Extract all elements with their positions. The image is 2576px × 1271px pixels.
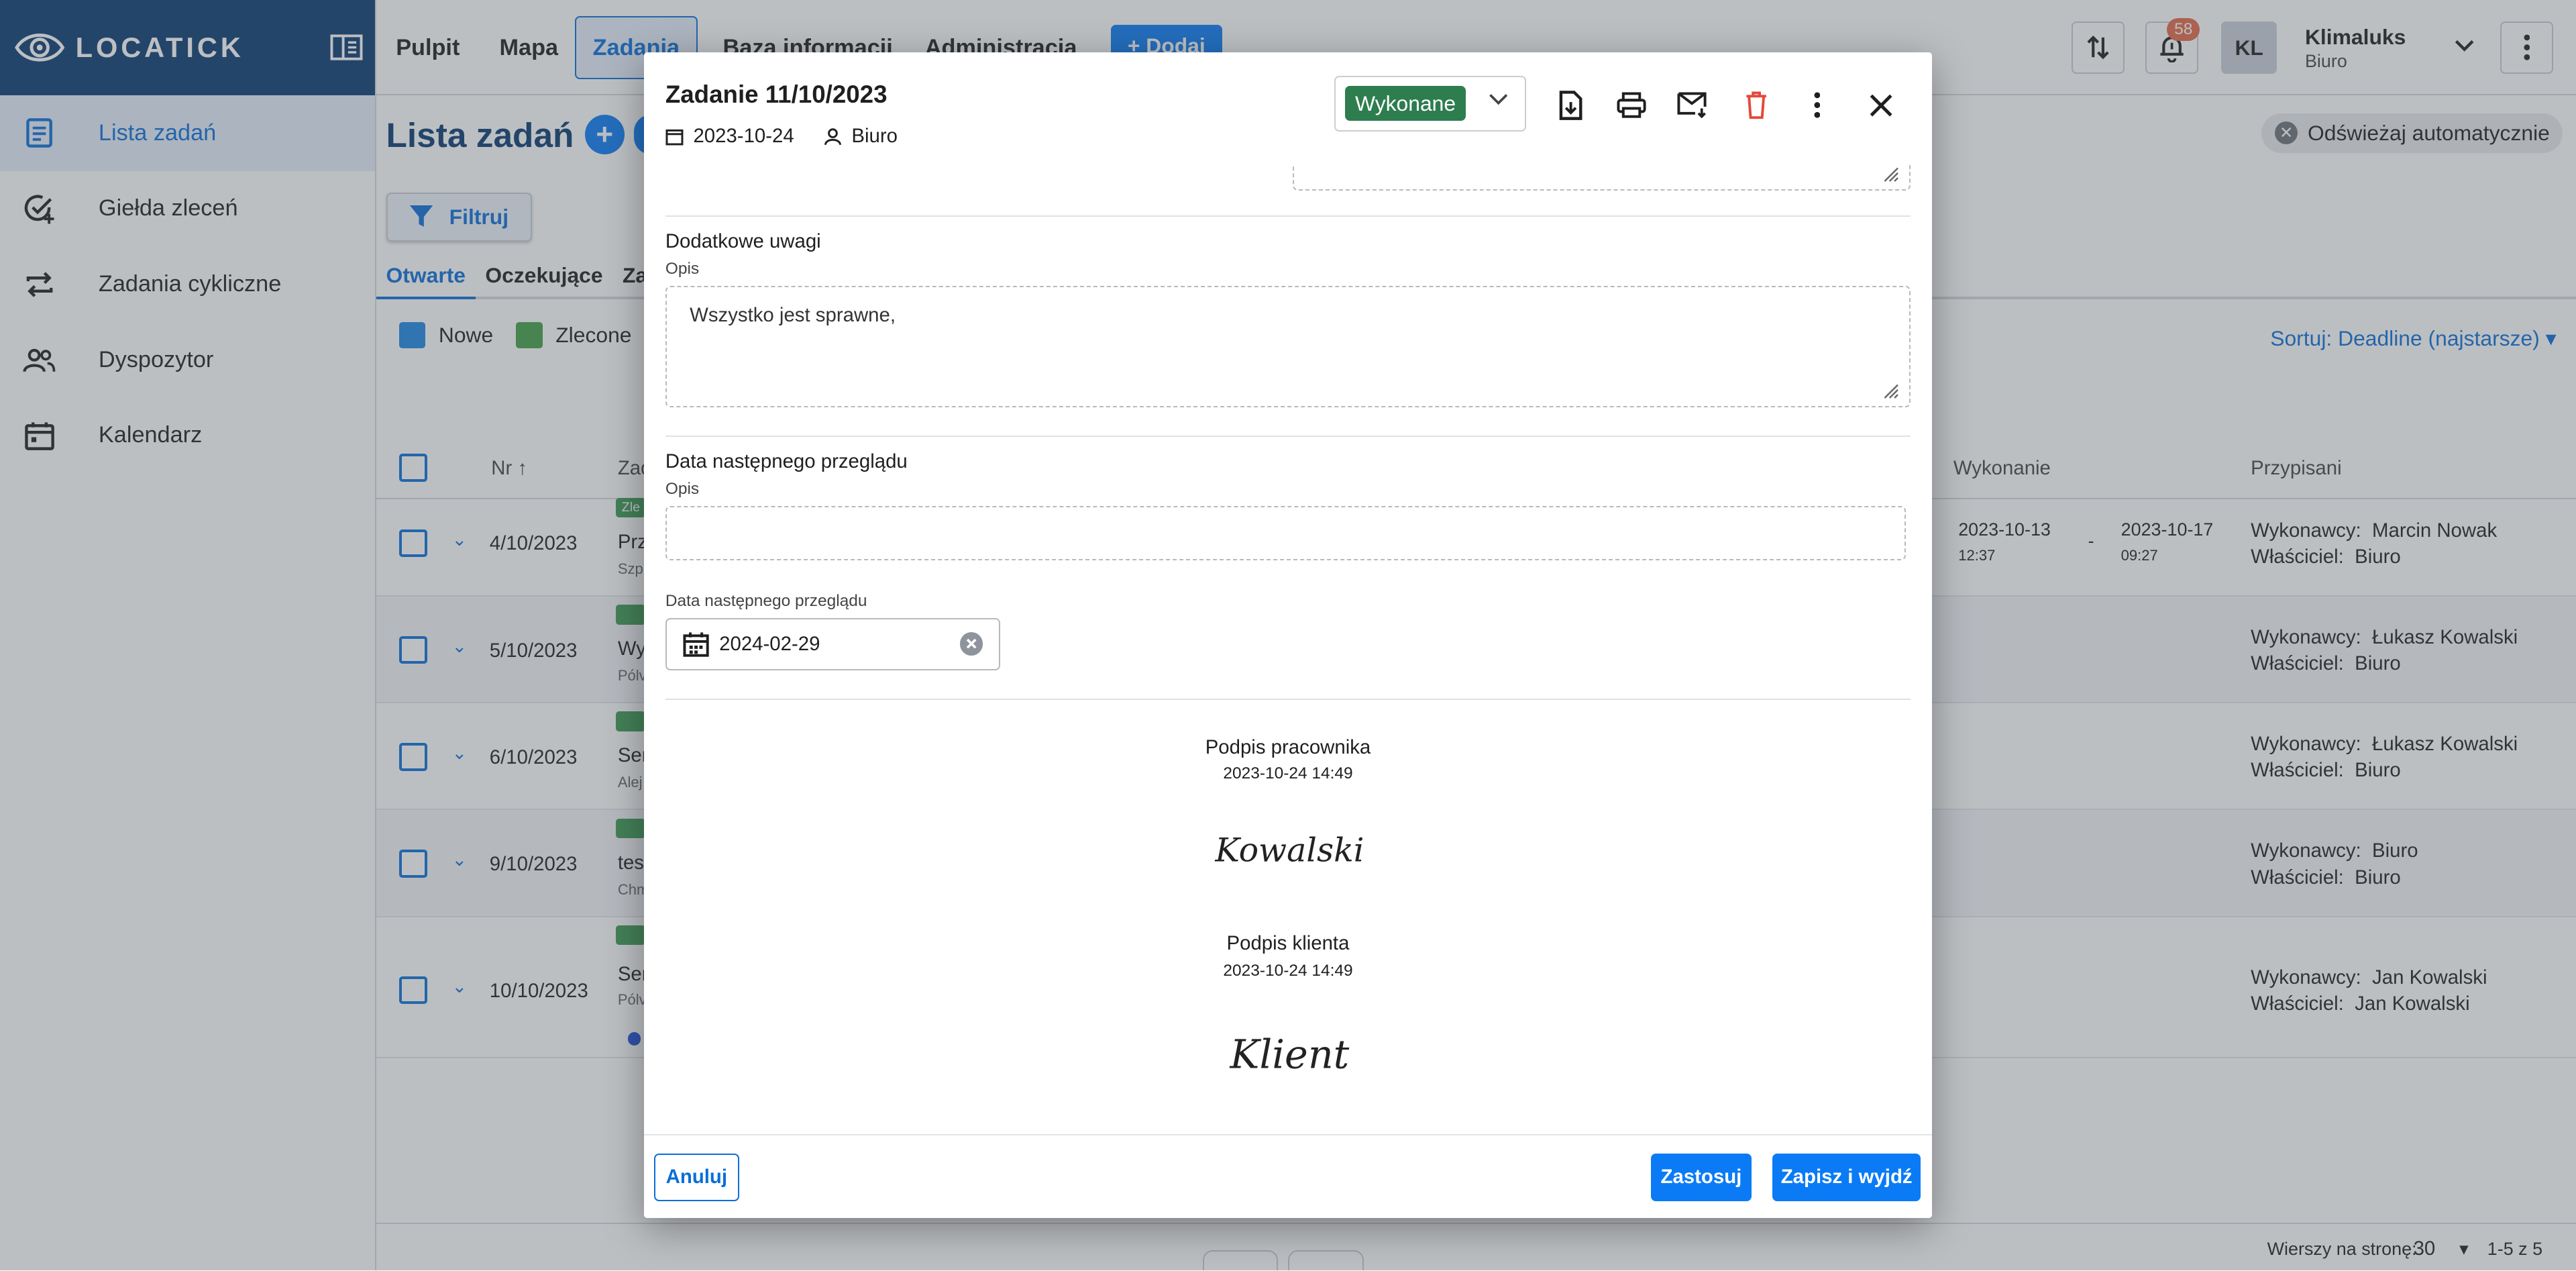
mail-icon: [1677, 92, 1707, 119]
print-button[interactable]: [1613, 87, 1650, 123]
client-signature-date: 2023-10-24 14:49: [1223, 961, 1353, 980]
download-file-button[interactable]: [1552, 87, 1589, 123]
file-download-icon: [1559, 90, 1582, 120]
task-dialog: Zadanie 11/10/2023 2023-10-24 Biuro Wyko…: [644, 52, 1933, 1218]
status-select[interactable]: Wykonane: [1334, 75, 1527, 132]
review-subtitle: Opis: [665, 480, 700, 499]
review-description-input[interactable]: [665, 506, 1906, 561]
client-signature: Klient: [1230, 1031, 1350, 1078]
person-icon: [824, 128, 841, 145]
worker-signature-date: 2023-10-24 14:49: [1223, 764, 1353, 782]
divider: [665, 435, 1911, 438]
previous-textarea[interactable]: [1293, 164, 1911, 191]
notes-textarea[interactable]: Wszystko jest sprawne,: [665, 286, 1911, 408]
notes-subtitle: Opis: [665, 259, 700, 278]
dialog-owner: Biuro: [851, 125, 898, 148]
calendar-icon: [665, 129, 684, 146]
trash-icon: [1746, 91, 1766, 119]
client-signature-label: Podpis klienta: [1226, 931, 1350, 954]
resize-grip-icon: [1884, 167, 1898, 182]
dialog-body[interactable]: Dodatkowe uwagi Opis Wszystko jest spraw…: [665, 164, 1911, 1183]
review-date-value: 2024-02-29: [719, 632, 820, 655]
review-title: Data następnego przeglądu: [665, 450, 908, 473]
more-vertical-icon: [1814, 92, 1820, 118]
client-signature-text: Klient: [1230, 1031, 1350, 1078]
printer-icon: [1617, 92, 1646, 118]
app-root: LOCATICK Lista zadań Giełda zleceń Zadan…: [0, 0, 2576, 1271]
divider: [665, 698, 1911, 701]
worker-signature-label: Podpis pracownika: [1205, 736, 1371, 759]
dialog-title: Zadanie 11/10/2023: [665, 80, 888, 108]
review-date-label: Data następnego przeglądu: [665, 591, 867, 610]
worker-signature-image: Kowalski: [1175, 819, 1405, 884]
status-chip: Wykonane: [1345, 86, 1466, 121]
send-email-button[interactable]: [1676, 87, 1712, 123]
chevron-down-icon: [1489, 94, 1508, 105]
calendar-icon[interactable]: [683, 631, 709, 658]
close-dialog-button[interactable]: [1863, 87, 1899, 123]
dialog-date: 2023-10-24: [693, 125, 794, 148]
worker-signature-text: Kowalski: [1214, 831, 1364, 869]
clear-date-icon[interactable]: [959, 632, 983, 656]
dialog-meta: 2023-10-24 Biuro: [665, 125, 898, 148]
client-signature-image: Klient: [1175, 1019, 1405, 1091]
notes-text: Wszystko jest sprawne,: [690, 303, 896, 326]
divider: [665, 215, 1911, 217]
resize-grip-icon: [1884, 384, 1898, 399]
review-date-input[interactable]: 2024-02-29: [665, 617, 1001, 671]
apply-button[interactable]: Zastosuj: [1651, 1153, 1752, 1201]
delete-button[interactable]: [1738, 87, 1774, 123]
more-options-button[interactable]: [1799, 87, 1835, 123]
notes-title: Dodatkowe uwagi: [665, 230, 821, 252]
close-icon: [1870, 94, 1892, 117]
save-and-exit-button[interactable]: Zapisz i wyjdź: [1772, 1153, 1921, 1201]
dialog-footer: Anuluj Zastosuj Zapisz i wyjdź: [644, 1133, 1933, 1218]
worker-signature: Kowalski: [1214, 831, 1364, 869]
cancel-button[interactable]: Anuluj: [653, 1153, 740, 1201]
